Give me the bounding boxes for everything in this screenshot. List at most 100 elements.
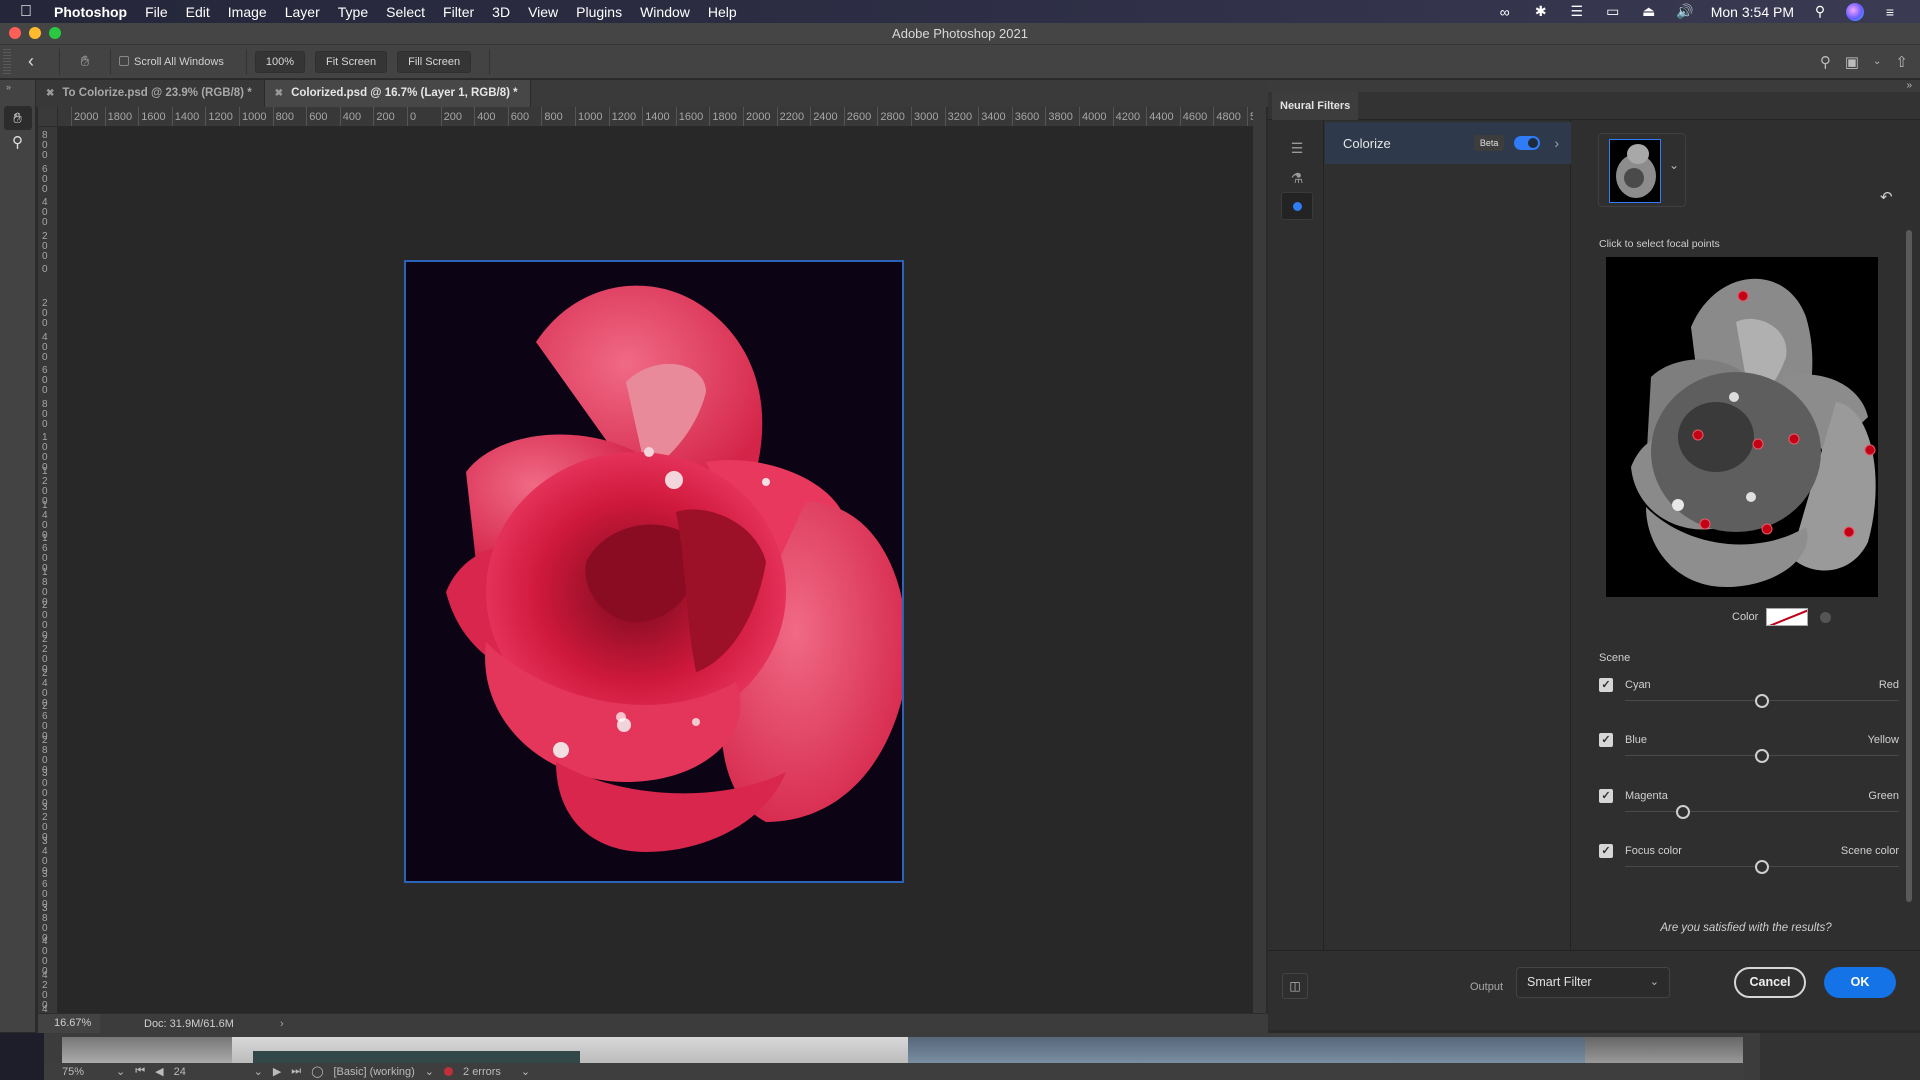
output-dropdown[interactable]: Smart Filter ⌄ bbox=[1516, 967, 1670, 998]
chevron-right-icon[interactable]: › bbox=[1554, 135, 1559, 151]
slider-track[interactable] bbox=[1625, 811, 1899, 812]
creative-cloud-icon[interactable]: ∞ bbox=[1495, 4, 1515, 20]
focal-point[interactable] bbox=[1737, 290, 1749, 302]
reference-thumbnail[interactable] bbox=[1609, 139, 1661, 203]
close-tab-icon[interactable]: ✖ bbox=[275, 88, 283, 99]
menu-type[interactable]: Type bbox=[329, 4, 377, 20]
back-chevron-icon[interactable]: ‹ bbox=[11, 51, 51, 72]
first-frame-icon[interactable]: ⏮ bbox=[135, 1065, 145, 1078]
reference-image-selector[interactable]: ⌄ bbox=[1598, 133, 1686, 207]
canvas-vertical-scrollbar[interactable] bbox=[1253, 107, 1266, 1013]
focal-point[interactable] bbox=[1843, 526, 1855, 538]
menu-image[interactable]: Image bbox=[219, 4, 276, 20]
menu-filter[interactable]: Filter bbox=[434, 4, 483, 20]
spotlight-search-icon[interactable]: ⚲ bbox=[1810, 3, 1830, 20]
menu-help[interactable]: Help bbox=[699, 4, 746, 20]
focal-points-preview[interactable] bbox=[1606, 257, 1878, 597]
filter-enable-toggle[interactable] bbox=[1514, 136, 1541, 150]
headphones-icon[interactable]: ◯ bbox=[311, 1065, 323, 1078]
scroll-all-windows-checkbox[interactable]: Scroll All Windows bbox=[119, 55, 224, 68]
color-swatch[interactable] bbox=[1766, 608, 1809, 626]
ok-button[interactable]: OK bbox=[1824, 967, 1896, 998]
volume-icon[interactable]: 🔊 bbox=[1675, 3, 1695, 20]
focal-point[interactable] bbox=[1692, 429, 1704, 441]
expand-toolbar-icon[interactable]: » bbox=[0, 80, 35, 106]
workspace-chevron-icon[interactable]: ⌄ bbox=[1873, 56, 1881, 67]
chevron-down-icon[interactable]: ⌄ bbox=[521, 1065, 530, 1078]
show-original-compare-icon[interactable]: ◫ bbox=[1282, 973, 1308, 999]
last-frame-icon[interactable]: ⏭ bbox=[291, 1065, 301, 1078]
beta-filters-flask-icon[interactable]: ⚗ bbox=[1281, 164, 1313, 192]
filter-item-colorize[interactable]: Colorize Beta › bbox=[1325, 122, 1571, 164]
eject-icon[interactable]: ⏏ bbox=[1639, 3, 1659, 20]
status-menu-arrow[interactable]: › bbox=[280, 1018, 284, 1030]
options-bar-grip[interactable] bbox=[3, 48, 11, 75]
vertical-ruler[interactable]: 800 600 400 200 0 200 400 600 800 1000 1200 1400 160… bbox=[38, 127, 58, 1013]
focus-scene-checkbox[interactable]: ✓ bbox=[1599, 844, 1613, 858]
blue-yellow-checkbox[interactable]: ✓ bbox=[1599, 733, 1613, 747]
menu-edit[interactable]: Edit bbox=[177, 4, 219, 20]
collapse-panel-icon[interactable]: » bbox=[1906, 80, 1912, 91]
slider-thumb[interactable] bbox=[1675, 805, 1690, 819]
siri-icon[interactable] bbox=[1846, 2, 1864, 21]
menu-plugins[interactable]: Plugins bbox=[567, 4, 631, 20]
focal-point[interactable] bbox=[1761, 523, 1773, 535]
canvas-area[interactable] bbox=[58, 127, 1253, 1013]
neural-filters-tab[interactable]: Neural Filters bbox=[1272, 92, 1359, 120]
menu-view[interactable]: View bbox=[519, 4, 567, 20]
control-center-icon[interactable]: ≡ bbox=[1880, 4, 1900, 20]
menu-window[interactable]: Window bbox=[631, 4, 699, 20]
horizontal-ruler[interactable]: 2000 1800 1600 1400 1200 1000 800 600 400 200 0 200… bbox=[58, 107, 1253, 127]
bluetooth-icon[interactable]: ✱ bbox=[1531, 3, 1551, 20]
bg-frame-number[interactable]: 24 bbox=[174, 1066, 244, 1078]
search-icon[interactable]: ⚲ bbox=[1820, 53, 1831, 71]
tab-colorized[interactable]: ✖ Colorized.psd @ 16.7% (Layer 1, RGB/8) … bbox=[264, 80, 531, 107]
bg-preset[interactable]: [Basic] (working) bbox=[334, 1066, 415, 1078]
wifi-icon[interactable]: ☰ bbox=[1567, 3, 1587, 20]
active-filters-icon[interactable] bbox=[1281, 192, 1313, 220]
feedback-prompt[interactable]: Are you satisfied with the results? bbox=[1572, 922, 1920, 934]
clock[interactable]: Mon 3:54 PM bbox=[1711, 4, 1794, 20]
workspace-icon[interactable]: ▣ bbox=[1845, 53, 1859, 71]
zoom-100-button[interactable]: 100% bbox=[254, 50, 305, 73]
reset-undo-icon[interactable]: ↶ bbox=[1880, 188, 1893, 206]
menu-app-name[interactable]: Photoshop bbox=[52, 4, 136, 20]
document-image-colorized-rose[interactable] bbox=[404, 260, 904, 883]
close-tab-icon[interactable]: ✖ bbox=[46, 88, 54, 99]
cancel-button[interactable]: Cancel bbox=[1734, 967, 1806, 998]
tab-to-colorize[interactable]: ✖ To Colorize.psd @ 23.9% (RGB/8) * bbox=[36, 80, 265, 107]
slider-thumb[interactable] bbox=[1755, 749, 1769, 763]
focal-point[interactable] bbox=[1752, 438, 1764, 450]
panel-scrollbar[interactable] bbox=[1906, 230, 1912, 902]
ruler-origin[interactable] bbox=[38, 107, 58, 127]
zoom-level-field[interactable]: 16.67% bbox=[38, 1014, 100, 1033]
hand-tool-preset-icon[interactable]: ✋︎ bbox=[68, 53, 102, 70]
all-filters-sliders-icon[interactable]: ☰ bbox=[1281, 134, 1313, 162]
menu-3d[interactable]: 3D bbox=[483, 4, 519, 20]
focal-point[interactable] bbox=[1788, 433, 1800, 445]
focal-point[interactable] bbox=[1699, 518, 1711, 530]
next-frame-icon[interactable]: ▶ bbox=[273, 1065, 281, 1078]
menu-select[interactable]: Select bbox=[377, 4, 434, 20]
bg-errors[interactable]: 2 errors bbox=[444, 1066, 511, 1078]
bg-zoom[interactable]: 75% bbox=[62, 1066, 106, 1078]
airplay-icon[interactable]: ▭ bbox=[1603, 3, 1623, 20]
cyan-red-checkbox[interactable]: ✓ bbox=[1599, 678, 1613, 692]
menu-layer[interactable]: Layer bbox=[276, 4, 329, 20]
hand-tool-icon[interactable]: ✋︎ bbox=[3, 106, 32, 130]
chevron-down-icon[interactable]: ⌄ bbox=[116, 1065, 125, 1078]
prev-frame-icon[interactable]: ◀ bbox=[155, 1065, 163, 1078]
menu-file[interactable]: File bbox=[136, 4, 177, 20]
fill-screen-button[interactable]: Fill Screen bbox=[397, 50, 472, 73]
share-icon[interactable]: ⇧ bbox=[1895, 53, 1908, 71]
apple-menu-icon[interactable]:  bbox=[0, 3, 52, 21]
remove-color-icon[interactable] bbox=[1820, 611, 1832, 623]
focal-point[interactable] bbox=[1864, 444, 1876, 456]
chevron-down-icon[interactable]: ⌄ bbox=[1669, 158, 1679, 172]
checkbox-box[interactable] bbox=[119, 55, 129, 66]
fit-screen-button[interactable]: Fit Screen bbox=[315, 50, 388, 73]
slider-thumb[interactable] bbox=[1755, 860, 1769, 874]
chevron-down-icon[interactable]: ⌄ bbox=[254, 1065, 263, 1078]
chevron-down-icon[interactable]: ⌄ bbox=[425, 1065, 434, 1078]
zoom-tool-icon[interactable]: ⚲ bbox=[4, 130, 32, 154]
